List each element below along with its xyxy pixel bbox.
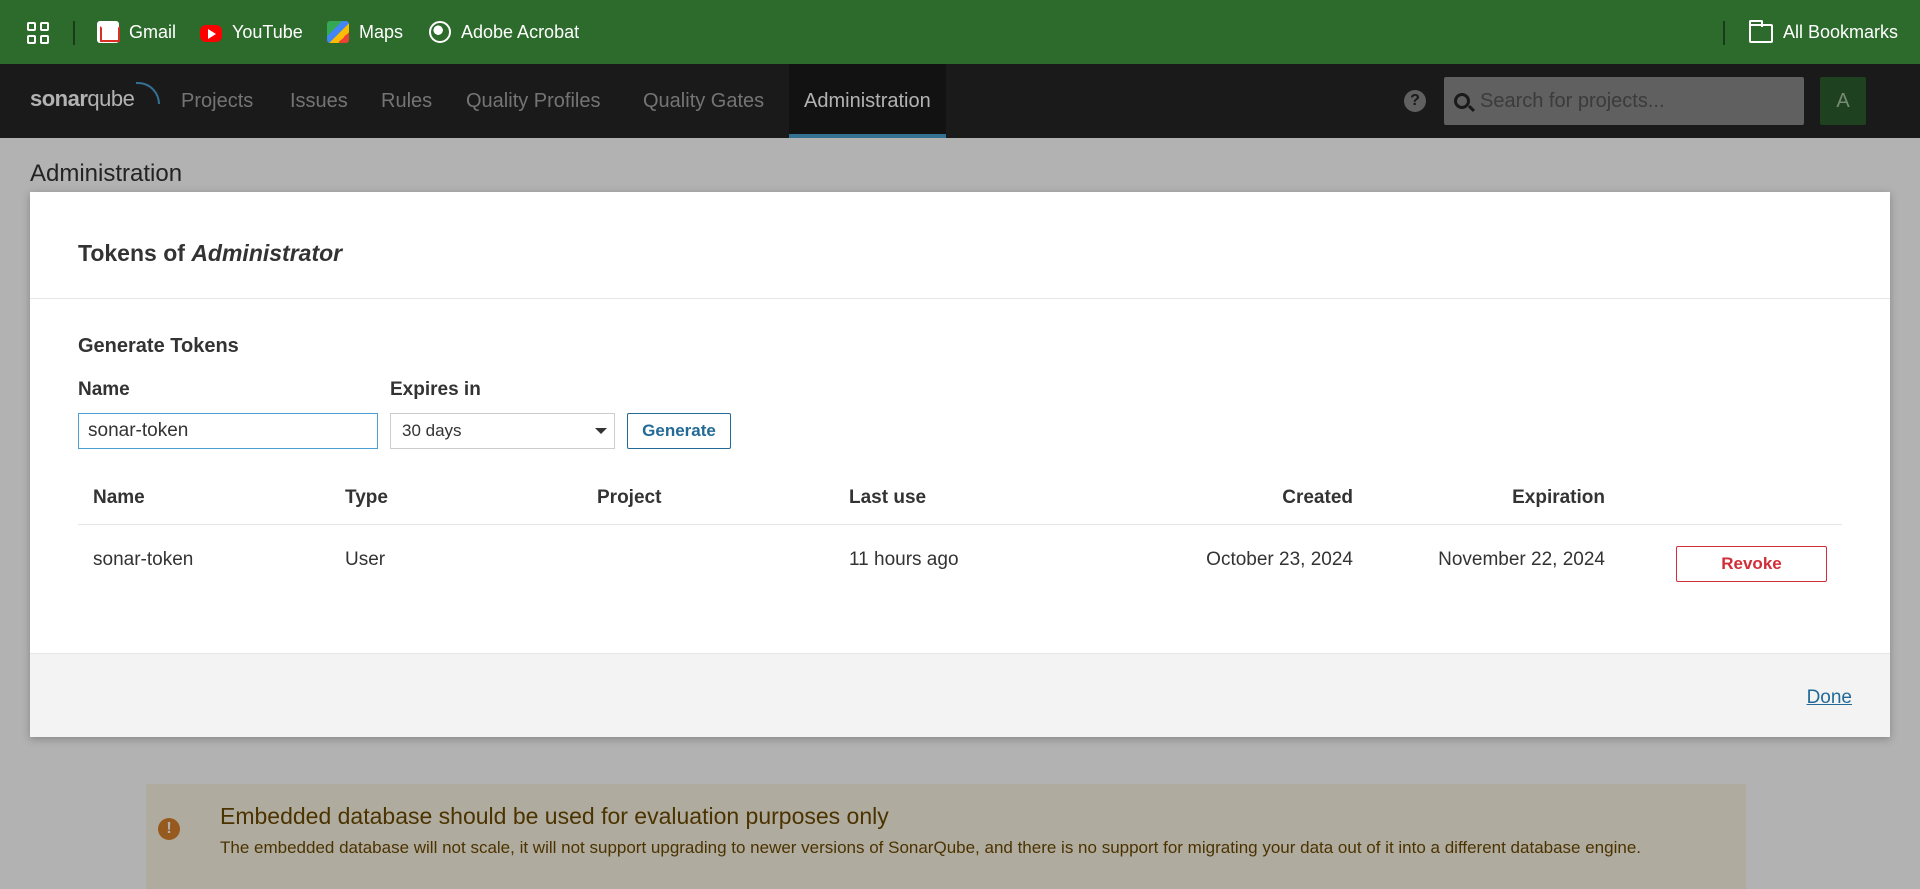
expires-value: 30 days bbox=[402, 421, 462, 440]
maps-icon bbox=[327, 21, 349, 43]
expires-select[interactable]: 30 days bbox=[390, 413, 615, 449]
modal-footer: Done bbox=[30, 653, 1890, 737]
modal-title-prefix: Tokens of bbox=[78, 240, 192, 266]
token-name-input[interactable] bbox=[78, 413, 378, 449]
gmail-icon bbox=[97, 21, 119, 43]
expires-label: Expires in bbox=[390, 379, 481, 400]
column-header-name: Name bbox=[93, 487, 145, 508]
table-header-divider bbox=[78, 524, 1842, 525]
column-header-type: Type bbox=[345, 487, 388, 508]
column-header-last-use: Last use bbox=[849, 487, 927, 508]
generate-tokens-heading: Generate Tokens bbox=[78, 335, 239, 357]
bookmark-gmail[interactable]: Gmail bbox=[97, 20, 176, 44]
all-bookmarks-label: All Bookmarks bbox=[1783, 21, 1899, 42]
bookmark-label: Gmail bbox=[129, 21, 177, 42]
done-link[interactable]: Done bbox=[1807, 687, 1852, 709]
bookmarks-bar: Gmail YouTube Maps Adobe Acrobat All Boo… bbox=[0, 0, 1920, 64]
youtube-icon bbox=[200, 24, 222, 42]
bookmark-label: YouTube bbox=[232, 21, 303, 42]
bookmark-youtube[interactable]: YouTube bbox=[200, 20, 303, 44]
bookmark-label: Maps bbox=[359, 21, 404, 42]
bookmark-adobe-acrobat[interactable]: Adobe Acrobat bbox=[429, 20, 579, 44]
modal-backdrop-nav bbox=[0, 64, 1920, 138]
bookmarks-divider bbox=[1723, 21, 1725, 45]
bookmarks-divider bbox=[73, 21, 75, 45]
tokens-modal: Tokens of Administrator Generate Tokens … bbox=[30, 192, 1890, 737]
all-bookmarks[interactable]: All Bookmarks bbox=[1749, 19, 1899, 44]
token-expiration-cell: November 22, 2024 bbox=[1438, 549, 1605, 570]
token-last-use-cell: 11 hours ago bbox=[849, 549, 959, 570]
modal-title-user: Administrator bbox=[191, 240, 343, 266]
modal-header: Tokens of Administrator bbox=[30, 192, 1890, 299]
generate-button[interactable]: Generate bbox=[627, 413, 731, 449]
column-header-created: Created bbox=[1282, 487, 1353, 508]
globe-icon bbox=[429, 21, 451, 43]
column-header-project: Project bbox=[597, 487, 662, 508]
modal-title: Tokens of Administrator bbox=[78, 240, 342, 267]
apps-grid-icon[interactable] bbox=[27, 22, 49, 44]
folder-icon bbox=[1749, 19, 1773, 43]
chevron-down-icon bbox=[595, 428, 607, 434]
name-label: Name bbox=[78, 379, 130, 400]
column-header-expiration: Expiration bbox=[1512, 487, 1605, 508]
token-name-cell: sonar-token bbox=[93, 549, 194, 570]
bookmark-maps[interactable]: Maps bbox=[327, 20, 403, 44]
token-created-cell: October 23, 2024 bbox=[1206, 549, 1353, 570]
token-type-cell: User bbox=[345, 549, 386, 570]
bookmark-label: Adobe Acrobat bbox=[461, 21, 580, 42]
revoke-button[interactable]: Revoke bbox=[1676, 546, 1827, 582]
